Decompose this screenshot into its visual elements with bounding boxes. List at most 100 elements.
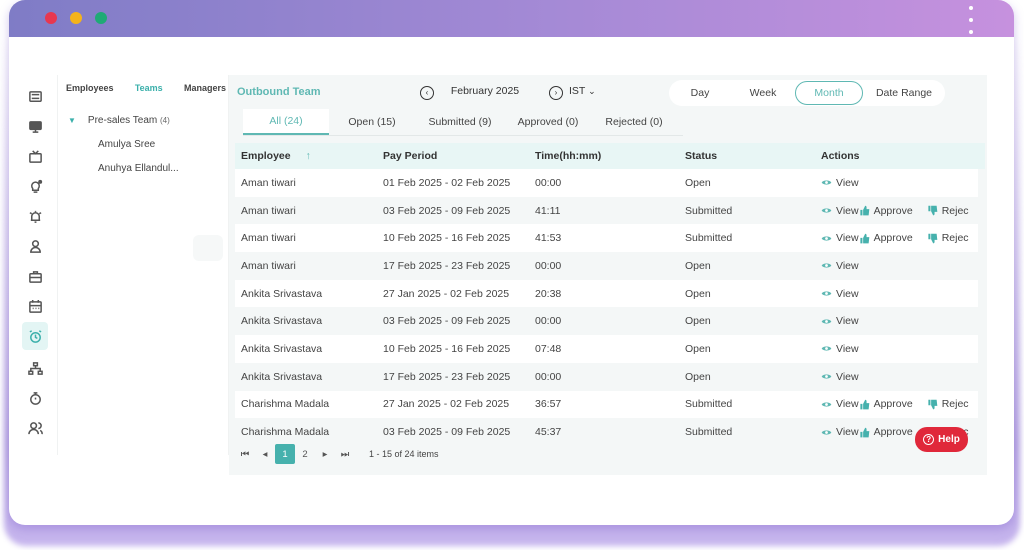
tab-managers[interactable]: Managers (184, 83, 226, 103)
tv-icon[interactable] (22, 143, 48, 169)
org-chart-icon[interactable] (22, 355, 48, 381)
eye-icon (821, 427, 836, 438)
eye-icon (821, 260, 836, 271)
calendar-icon[interactable] (22, 293, 48, 319)
reject-label: Rejec (941, 232, 969, 245)
table-body: Aman tiwari 01 Feb 2025 - 02 Feb 2025 00… (235, 169, 985, 446)
approve-action[interactable]: Approve (859, 205, 913, 217)
briefcase-icon[interactable] (22, 263, 48, 289)
team-count: (4) (160, 116, 170, 125)
panel-collapse-handle[interactable] (193, 235, 223, 261)
tab-underline (243, 135, 683, 136)
reject-label: Rejec (941, 398, 969, 411)
help-button[interactable]: ? Help (915, 427, 968, 452)
reject-action[interactable]: Rejec (927, 205, 969, 217)
tab-submitted[interactable]: Submitted (9) (415, 109, 505, 135)
close-window-button[interactable] (45, 12, 57, 24)
cell-employee: Ankita Srivastava (241, 342, 323, 355)
eye-icon (821, 288, 836, 299)
table-row: Ankita Srivastava 17 Feb 2025 - 23 Feb 2… (235, 362, 978, 391)
tab-all[interactable]: All (24) (243, 109, 329, 135)
cell-status: Open (685, 287, 711, 300)
cell-time: 45:37 (535, 426, 562, 439)
chevron-left-circle-icon[interactable]: ‹ (420, 86, 434, 100)
chevron-right-circle-icon[interactable]: › (549, 86, 563, 100)
view-label: View (836, 204, 859, 217)
cell-status: Submitted (685, 232, 733, 245)
approve-action[interactable]: Approve (859, 398, 913, 410)
cell-actions: View (821, 315, 978, 327)
col-actions: Actions (821, 150, 860, 162)
tab-rejected[interactable]: Rejected (0) (591, 109, 677, 135)
page-1-button[interactable]: 1 (275, 444, 295, 464)
view-action[interactable]: View (821, 315, 859, 327)
approve-action[interactable]: Approve (859, 232, 913, 244)
help-label: Help (938, 434, 960, 445)
tab-approved[interactable]: Approved (0) (505, 109, 591, 135)
tab-open[interactable]: Open (15) (329, 109, 415, 135)
table-row: Aman tiwari 17 Feb 2025 - 23 Feb 2025 00… (235, 252, 978, 280)
cell-employee: Charishma Madala (241, 426, 330, 439)
cell-actions: View (821, 343, 978, 355)
approve-action[interactable]: Approve (859, 426, 913, 438)
reject-action[interactable]: Rejec (927, 232, 969, 244)
stopwatch-icon[interactable] (22, 385, 48, 411)
team-node[interactable]: ▼ Pre-sales Team (4) (68, 115, 179, 126)
lightbulb-icon[interactable] (22, 173, 48, 199)
range-date-range[interactable]: Date Range (863, 81, 945, 105)
view-label: View (836, 370, 859, 383)
ticket-icon[interactable] (22, 83, 48, 109)
tab-teams[interactable]: Teams (135, 83, 163, 103)
chevron-down-icon: ⌄ (588, 86, 596, 96)
member-item[interactable]: Anuhya Ellandul... (98, 163, 179, 174)
view-action[interactable]: View (821, 232, 859, 244)
timesheet-main: Outbound Team ‹ February 2025 › IST ⌄ Da… (229, 75, 987, 475)
page-2-button[interactable]: 2 (295, 444, 315, 464)
view-action[interactable]: View (821, 426, 859, 438)
cell-time: 00:00 (535, 176, 562, 189)
next-page-button[interactable]: ▸ (315, 444, 335, 464)
users-icon[interactable] (22, 415, 48, 441)
panel-tabs: Employees Teams Managers (66, 83, 226, 103)
view-label: View (836, 259, 859, 272)
range-week[interactable]: Week (731, 81, 795, 105)
view-action[interactable]: View (821, 288, 859, 300)
user-icon[interactable] (22, 233, 48, 259)
tab-employees[interactable]: Employees (66, 83, 114, 103)
view-action[interactable]: View (821, 398, 859, 410)
sort-ascending-icon[interactable]: ↑ (306, 150, 311, 162)
cell-status: Submitted (685, 426, 733, 439)
question-circle-icon: ? (923, 434, 935, 445)
minimize-window-button[interactable] (70, 12, 82, 24)
reject-action[interactable]: Rejec (927, 398, 969, 410)
range-month[interactable]: Month (795, 81, 863, 105)
view-action[interactable]: View (821, 371, 859, 383)
view-action[interactable]: View (821, 343, 859, 355)
prev-page-button[interactable]: ◂ (255, 444, 275, 464)
member-item[interactable]: Amulya Sree (98, 139, 179, 150)
view-action[interactable]: View (821, 177, 859, 189)
maximize-window-button[interactable] (95, 12, 107, 24)
range-day[interactable]: Day (669, 81, 731, 105)
cell-pay-period: 01 Feb 2025 - 02 Feb 2025 (383, 176, 511, 189)
table-header: Employee ↑ Pay Period Time(hh:mm) Status… (235, 143, 985, 169)
timezone-select[interactable]: IST ⌄ (569, 85, 596, 97)
view-label: View (836, 398, 859, 411)
thumbs-up-icon (859, 427, 874, 438)
view-label: View (836, 426, 859, 439)
cell-actions: View Approve Rejec (821, 232, 978, 244)
cell-status: Open (685, 176, 711, 189)
alarm-bell-icon[interactable] (22, 203, 48, 229)
first-page-button[interactable]: ⏮ (235, 444, 255, 464)
view-action[interactable]: View (821, 260, 859, 272)
col-time: Time(hh:mm) (535, 150, 602, 162)
view-label: View (836, 315, 859, 328)
col-employee[interactable]: Employee ↑ (235, 150, 383, 162)
view-action[interactable]: View (821, 205, 859, 217)
last-page-button[interactable]: ⏭ (335, 444, 355, 464)
alarm-clock-icon[interactable] (22, 322, 48, 350)
table-row: Aman tiwari 10 Feb 2025 - 16 Feb 2025 41… (235, 224, 978, 253)
monitor-icon[interactable] (22, 113, 48, 139)
kebab-menu-icon[interactable] (968, 6, 974, 34)
caret-down-icon[interactable]: ▼ (68, 116, 76, 125)
